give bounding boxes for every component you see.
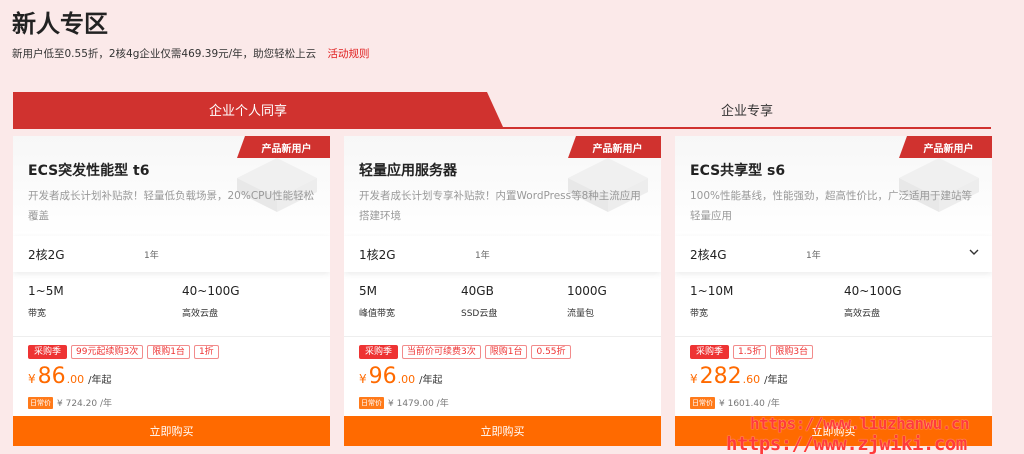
- divider: [13, 336, 330, 337]
- daily-badge: 日常价: [690, 396, 715, 409]
- spec-value: 1~10M: [690, 284, 734, 298]
- daily-price-value: ¥ 1479.00 /年: [388, 399, 449, 409]
- config-term: 1年: [806, 250, 821, 261]
- offer-tag: 1.5折: [733, 345, 767, 359]
- promo-tag: 采购季: [690, 345, 730, 359]
- spec-label: 带宽: [690, 309, 709, 319]
- spec-label: 峰值带宽: [359, 309, 396, 319]
- price-integer: 86: [37, 364, 66, 389]
- watermark: https://www.liuzhanwu.cn https://www.zjw…: [726, 414, 970, 454]
- spec-value: 1~5M: [28, 284, 64, 298]
- promo-tag: 采购季: [359, 345, 399, 359]
- tag-list: 采购季 当前价可续费3次 限购1台 0.55折: [359, 345, 571, 359]
- price-decimal: .00: [397, 373, 416, 386]
- daily-price: 日常价 ¥ 724.20 /年: [28, 396, 112, 409]
- product-card: 产品新用户 ECS共享型 s6 100%性能基线，性能强劲，超高性价比，广泛适用…: [675, 136, 992, 446]
- price: ¥ 86 .00 /年起: [28, 364, 112, 389]
- price-unit: /年起: [764, 375, 788, 386]
- offer-tag: 99元起续购3次: [71, 345, 144, 359]
- product-name: 轻量应用服务器: [359, 163, 457, 179]
- spec-value: 1000G: [567, 284, 607, 298]
- offer-tag: 0.55折: [531, 345, 571, 359]
- daily-badge: 日常价: [359, 396, 384, 409]
- spec-list: 1~5M 带宽 40~100G 高效云盘: [13, 284, 330, 324]
- spec-list: 1~10M 带宽 40~100G 高效云盘: [675, 284, 992, 324]
- config-selector[interactable]: 2核2G 1年: [13, 236, 330, 272]
- daily-price-value: ¥ 1601.40 /年: [719, 399, 780, 409]
- config-spec: 1核2G: [359, 247, 396, 262]
- tab-bar: 企业个人同享 企业专享: [13, 92, 991, 129]
- spec-label: 高效云盘: [182, 309, 219, 319]
- daily-badge: 日常价: [28, 396, 53, 409]
- config-spec: 2核2G: [28, 247, 65, 262]
- product-card: 产品新用户 轻量应用服务器 开发者成长计划专享补贴款！内置WordPress等8…: [344, 136, 661, 446]
- divider: [344, 336, 661, 337]
- watermark-line-1: https://www.liuzhanwu.cn: [750, 414, 970, 433]
- config-spec: 2核4G: [690, 247, 727, 262]
- spec-value: 40~100G: [844, 284, 902, 298]
- promo-tag: 采购季: [28, 345, 68, 359]
- offer-tag: 1折: [193, 345, 219, 359]
- offer-tag: 限购1台: [484, 345, 528, 359]
- spec-item: 40~100G 高效云盘: [182, 284, 240, 319]
- price-symbol: ¥: [359, 372, 367, 386]
- spec-label: SSD云盘: [461, 309, 498, 319]
- spec-item: 1~5M 带宽: [28, 284, 64, 319]
- spec-item: 40~100G 高效云盘: [844, 284, 902, 319]
- page-subtitle: 新用户低至0.55折，2核4g企业仅需469.39元/年，助您轻松上云 活动规则: [12, 46, 370, 61]
- spec-label: 流量包: [567, 309, 595, 319]
- price-decimal: .60: [742, 373, 761, 386]
- spec-item: 40GB SSD云盘: [461, 284, 497, 319]
- spec-value: 40GB: [461, 284, 494, 298]
- page-title: 新人专区: [12, 10, 108, 38]
- activity-rules-link[interactable]: 活动规则: [328, 48, 370, 60]
- spec-item: 5M 峰值带宽: [359, 284, 395, 319]
- offer-tag: 限购3台: [770, 345, 814, 359]
- config-term: 1年: [475, 250, 490, 261]
- tab-enterprise-personal[interactable]: 企业个人同享: [13, 92, 503, 127]
- spec-item: 1~10M 带宽: [690, 284, 733, 319]
- product-desc: 开发者成长计划专享补贴款！内置WordPress等8种主流应用搭建环境: [359, 190, 641, 222]
- divider: [675, 336, 992, 337]
- tab-enterprise-only[interactable]: 企业专享: [503, 92, 991, 127]
- spec-value: 5M: [359, 284, 377, 298]
- price-symbol: ¥: [28, 372, 36, 386]
- price: ¥ 96 .00 /年起: [359, 364, 443, 389]
- price: ¥ 282 .60 /年起: [690, 364, 788, 389]
- product-name: ECS突发性能型 t6: [28, 163, 150, 179]
- chevron-down-icon[interactable]: [968, 246, 980, 258]
- watermark-line-2: https://www.zjwiki.com: [726, 433, 967, 454]
- new-user-ribbon: 产品新用户: [899, 136, 992, 158]
- buy-now-button[interactable]: 立即购买: [344, 416, 661, 446]
- config-selector[interactable]: 1核2G 1年: [344, 236, 661, 272]
- price-integer: 96: [368, 364, 397, 389]
- spec-label: 带宽: [28, 309, 47, 319]
- buy-now-button[interactable]: 立即购买: [13, 416, 330, 446]
- product-desc: 开发者成长计划补贴款！轻量低负载场景，20%CPU性能轻松覆盖: [28, 190, 315, 222]
- spec-label: 高效云盘: [844, 309, 881, 319]
- product-desc: 100%性能基线，性能强劲，超高性价比，广泛适用于建站等轻量应用: [690, 190, 973, 222]
- subtitle-text: 新用户低至0.55折，2核4g企业仅需469.39元/年，助您轻松上云: [12, 48, 317, 60]
- config-term: 1年: [144, 250, 159, 261]
- daily-price: 日常价 ¥ 1479.00 /年: [359, 396, 449, 409]
- new-user-ribbon: 产品新用户: [237, 136, 330, 158]
- tag-list: 采购季 1.5折 限购3台: [690, 345, 814, 359]
- spec-value: 40~100G: [182, 284, 240, 298]
- config-selector[interactable]: 2核4G 1年: [675, 236, 992, 272]
- spec-item: 1000G 流量包: [567, 284, 607, 319]
- daily-price: 日常价 ¥ 1601.40 /年: [690, 396, 780, 409]
- price-symbol: ¥: [690, 372, 698, 386]
- price-unit: /年起: [88, 375, 112, 386]
- offer-tag: 当前价可续费3次: [402, 345, 481, 359]
- new-user-ribbon: 产品新用户: [568, 136, 661, 158]
- offer-tag: 限购1台: [147, 345, 190, 359]
- product-card: 产品新用户 ECS突发性能型 t6 开发者成长计划补贴款！轻量低负载场景，20%…: [13, 136, 330, 446]
- price-integer: 282: [699, 364, 742, 389]
- price-decimal: .00: [66, 373, 85, 386]
- product-name: ECS共享型 s6: [690, 163, 786, 179]
- tag-list: 采购季 99元起续购3次 限购1台 1折: [28, 345, 219, 359]
- price-unit: /年起: [419, 375, 443, 386]
- daily-price-value: ¥ 724.20 /年: [57, 399, 112, 409]
- spec-list: 5M 峰值带宽 40GB SSD云盘 1000G 流量包: [344, 284, 661, 324]
